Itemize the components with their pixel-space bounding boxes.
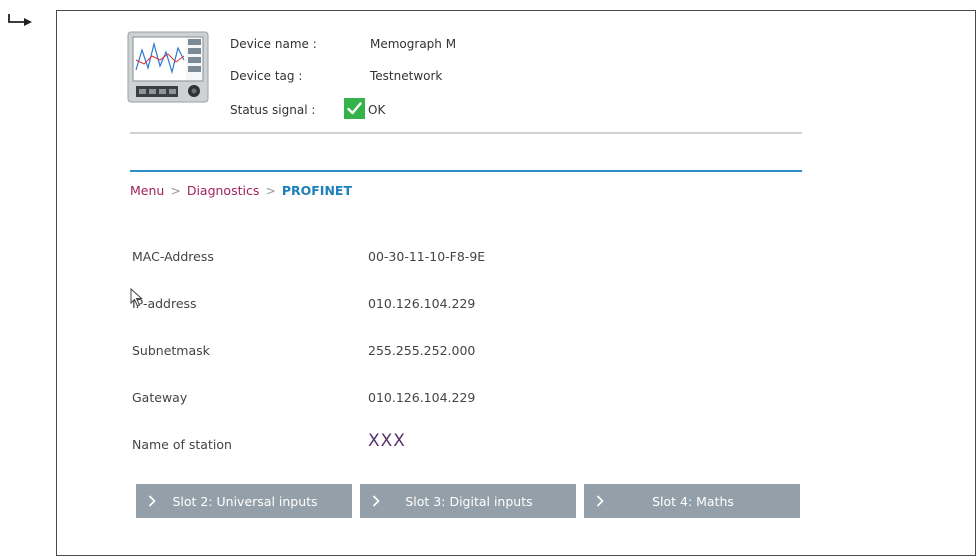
header-divider: [130, 132, 802, 134]
ip-address-value: 010.126.104.229: [368, 296, 476, 311]
breadcrumb-separator: >: [265, 183, 276, 198]
device-tag-label: Device tag :: [230, 69, 303, 83]
gateway-value: 010.126.104.229: [368, 390, 476, 405]
chevron-right-icon: [148, 494, 160, 508]
check-icon: [344, 98, 365, 119]
slot-2-button[interactable]: Slot 2: Universal inputs: [136, 484, 352, 518]
content-divider: [130, 170, 802, 172]
slot-4-button[interactable]: Slot 4: Maths: [584, 484, 800, 518]
station-name-value: XXX: [368, 431, 406, 451]
chevron-right-icon: [372, 494, 384, 508]
device-name-label: Device name :: [230, 37, 317, 51]
result-arrow-icon: [8, 14, 32, 26]
mac-address-value: 00-30-11-10-F8-9E: [368, 249, 486, 264]
slot-4-label: Slot 4: Maths: [652, 493, 734, 509]
status-signal-value: OK: [368, 103, 386, 117]
subnetmask-value: 255.255.252.000: [368, 343, 476, 358]
gateway-label: Gateway: [132, 390, 188, 405]
breadcrumb-current: PROFINET: [281, 183, 352, 198]
slot-3-button[interactable]: Slot 3: Digital inputs: [360, 484, 576, 518]
device-image: [127, 31, 209, 103]
station-name-label: Name of station: [132, 437, 232, 452]
status-signal-label: Status signal :: [230, 103, 316, 117]
slot-2-label: Slot 2: Universal inputs: [172, 493, 318, 509]
mouse-pointer-icon: [130, 288, 143, 307]
slot-3-label: Slot 3: Digital inputs: [405, 493, 533, 509]
breadcrumb-separator: >: [170, 183, 181, 198]
breadcrumb-diagnostics[interactable]: Diagnostics: [187, 183, 260, 198]
breadcrumb: Menu > Diagnostics > PROFINET: [130, 183, 352, 198]
mac-address-label: MAC-Address: [132, 249, 214, 264]
subnetmask-label: Subnetmask: [132, 343, 210, 358]
device-name-value: Memograph M: [370, 37, 457, 51]
breadcrumb-menu[interactable]: Menu: [130, 183, 164, 198]
device-tag-value: Testnetwork: [370, 69, 443, 83]
chevron-right-icon: [596, 494, 608, 508]
